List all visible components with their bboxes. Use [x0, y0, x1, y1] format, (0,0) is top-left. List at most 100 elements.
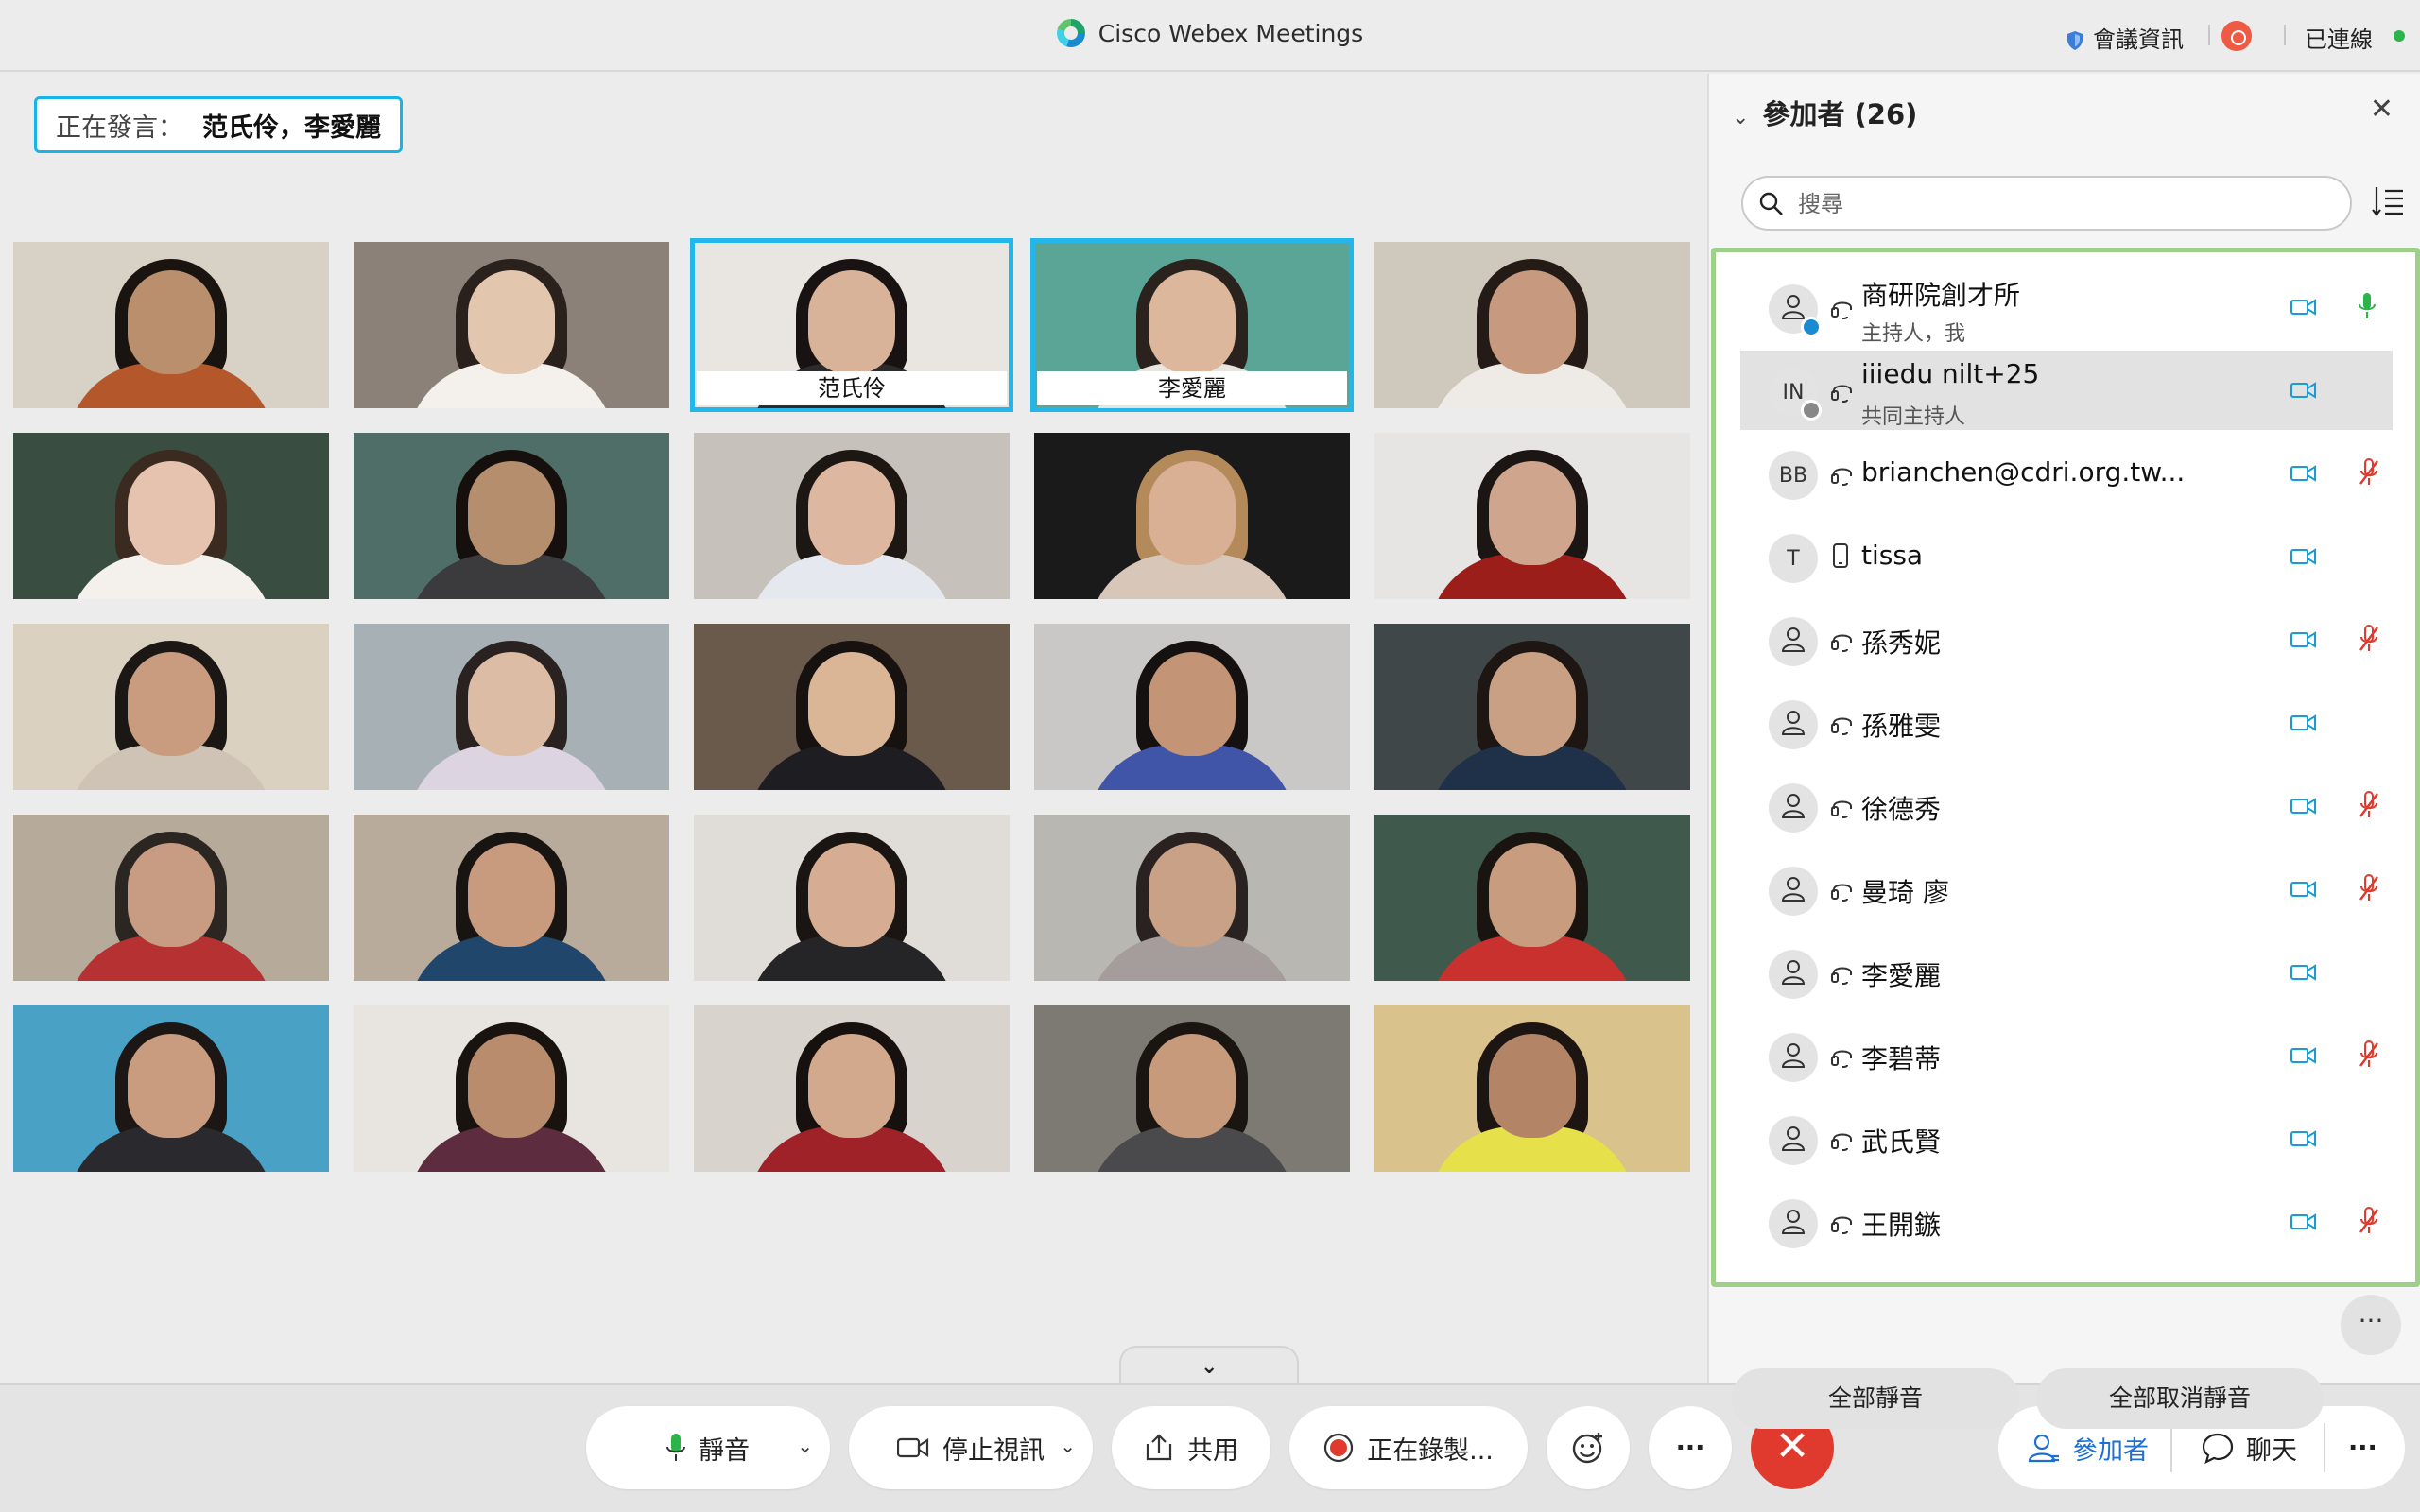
panel-more-button[interactable]: ···	[2348, 1406, 2377, 1489]
participant-video-feed	[1428, 624, 1636, 790]
chat-toggle-label: 聊天	[2246, 1435, 2297, 1466]
avatar	[1769, 1033, 1818, 1082]
phone-icon	[1831, 543, 1850, 572]
video-tile[interactable]: 范氏伶	[690, 238, 1013, 412]
search-input[interactable]	[1798, 187, 2327, 221]
unmute-all-button[interactable]: 全部取消靜音	[2036, 1368, 2324, 1429]
video-camera-icon[interactable]	[2290, 1129, 2317, 1152]
share-button[interactable]: 共用	[1112, 1406, 1270, 1489]
video-camera-icon[interactable]	[2290, 963, 2317, 986]
microphone-icon[interactable]	[2359, 292, 2376, 324]
participant-row[interactable]: BB brianchen@cdri.org.tw...	[1740, 434, 2393, 513]
close-icon[interactable]: ✕	[2370, 93, 2394, 126]
video-camera-icon[interactable]	[2290, 464, 2317, 487]
participant-row[interactable]: IN iiiedu nilt+25 共同主持人	[1740, 351, 2393, 430]
shield-icon	[2067, 31, 2083, 50]
avatar-initials: BB	[1778, 463, 1808, 488]
headset-icon	[1831, 961, 1854, 989]
stop-video-button[interactable]: 停止視訊 ⌄	[849, 1406, 1093, 1489]
video-tile[interactable]	[13, 624, 329, 790]
participant-row[interactable]: Ttissa	[1740, 517, 2393, 596]
video-tile[interactable]	[354, 433, 669, 599]
participant-row[interactable]: 王開鏃	[1740, 1182, 2393, 1262]
participant-search[interactable]	[1741, 176, 2352, 231]
video-camera-icon[interactable]	[2290, 547, 2317, 570]
video-tile[interactable]	[1034, 433, 1350, 599]
video-camera-icon[interactable]	[2290, 713, 2317, 736]
participant-row[interactable]: 徐德秀	[1740, 766, 2393, 846]
participant-name: 王開鏃	[1861, 1210, 1942, 1241]
video-tile[interactable]	[1034, 815, 1350, 981]
microphone-muted-icon[interactable]	[2359, 874, 2379, 906]
video-camera-icon[interactable]	[2290, 630, 2317, 653]
video-tile[interactable]	[1034, 1005, 1350, 1172]
video-tile[interactable]: 李愛麗	[1030, 238, 1354, 412]
person-icon	[1779, 1207, 1807, 1241]
video-tile[interactable]	[13, 242, 329, 408]
video-camera-icon[interactable]	[2290, 1046, 2317, 1069]
chevron-down-icon[interactable]: ⌄	[1060, 1435, 1076, 1457]
participant-row[interactable]: 孫雅雯	[1740, 683, 2393, 763]
microphone-muted-icon[interactable]	[2359, 1207, 2379, 1239]
title-separator	[2284, 25, 2286, 45]
panel-header[interactable]: ⌄ 參加者 (26)	[1732, 93, 1917, 132]
participant-row[interactable]: 孫秀妮	[1740, 600, 2393, 679]
toolbar-divider	[2170, 1423, 2172, 1472]
meeting-info-button[interactable]: 會議資訊	[2066, 21, 2184, 54]
microphone-muted-icon[interactable]	[2359, 1040, 2379, 1073]
participant-row[interactable]: 商研院創才所 主持人，我	[1740, 267, 2393, 347]
collapse-toolbar-button[interactable]: ⌄	[1119, 1346, 1299, 1383]
video-tile[interactable]	[1034, 624, 1350, 790]
panel-more-options-button[interactable]: ···	[2341, 1295, 2401, 1355]
video-tile[interactable]	[694, 624, 1010, 790]
video-camera-icon[interactable]	[2290, 797, 2317, 819]
more-options-button[interactable]: ···	[1649, 1406, 1732, 1489]
person-icon	[1779, 1040, 1807, 1074]
recording-label: 正在錄製...	[1367, 1435, 1494, 1466]
webex-logo-icon	[1056, 19, 1085, 47]
participant-row[interactable]: 李碧蒂	[1740, 1016, 2393, 1095]
mute-button[interactable]: 靜音 ⌄	[586, 1406, 830, 1489]
chevron-down-icon[interactable]: ⌄	[1732, 106, 1749, 129]
microphone-muted-icon[interactable]	[2359, 625, 2379, 657]
recording-indicator-icon[interactable]	[2221, 21, 2252, 51]
video-tile[interactable]	[1374, 433, 1690, 599]
share-label: 共用	[1187, 1435, 1238, 1466]
video-tile[interactable]	[1374, 815, 1690, 981]
video-camera-icon[interactable]	[2290, 381, 2317, 404]
video-camera-icon[interactable]	[2290, 298, 2317, 320]
video-tile[interactable]	[694, 433, 1010, 599]
video-camera-icon[interactable]	[2290, 1212, 2317, 1235]
video-tile[interactable]	[354, 1005, 669, 1172]
chevron-down-icon[interactable]: ⌄	[797, 1435, 813, 1457]
recording-button[interactable]: 正在錄製...	[1289, 1406, 1528, 1489]
microphone-muted-icon[interactable]	[2359, 791, 2379, 823]
headset-icon	[1831, 628, 1854, 657]
video-tile[interactable]	[1374, 1005, 1690, 1172]
video-tile[interactable]	[1374, 242, 1690, 408]
mute-all-button[interactable]: 全部靜音	[1732, 1368, 2019, 1429]
headset-icon	[1831, 1044, 1854, 1073]
video-tile[interactable]	[13, 1005, 329, 1172]
video-tile[interactable]	[354, 242, 669, 408]
video-tile[interactable]	[694, 1005, 1010, 1172]
video-tile[interactable]	[694, 815, 1010, 981]
participant-row[interactable]: 李愛麗	[1740, 933, 2393, 1012]
video-tile[interactable]	[13, 815, 329, 981]
participant-video-feed	[1088, 1005, 1296, 1172]
participant-row[interactable]: 曼琦 廖	[1740, 850, 2393, 929]
connection-status[interactable]: 已連線	[2305, 21, 2373, 54]
video-name-tag: 李愛麗	[1037, 371, 1347, 405]
video-tile[interactable]	[13, 433, 329, 599]
participant-row[interactable]: 武氏賢	[1740, 1099, 2393, 1178]
participant-name: 李愛麗	[1861, 960, 1942, 991]
video-tile[interactable]	[1374, 624, 1690, 790]
microphone-muted-icon[interactable]	[2359, 458, 2379, 490]
sort-icon[interactable]	[2371, 185, 2405, 217]
avatar	[1769, 700, 1818, 749]
video-camera-icon[interactable]	[2290, 880, 2317, 902]
video-tile[interactable]	[354, 815, 669, 981]
video-tile[interactable]	[354, 624, 669, 790]
reactions-button[interactable]	[1547, 1406, 1630, 1489]
participant-video-feed	[1428, 1005, 1636, 1172]
